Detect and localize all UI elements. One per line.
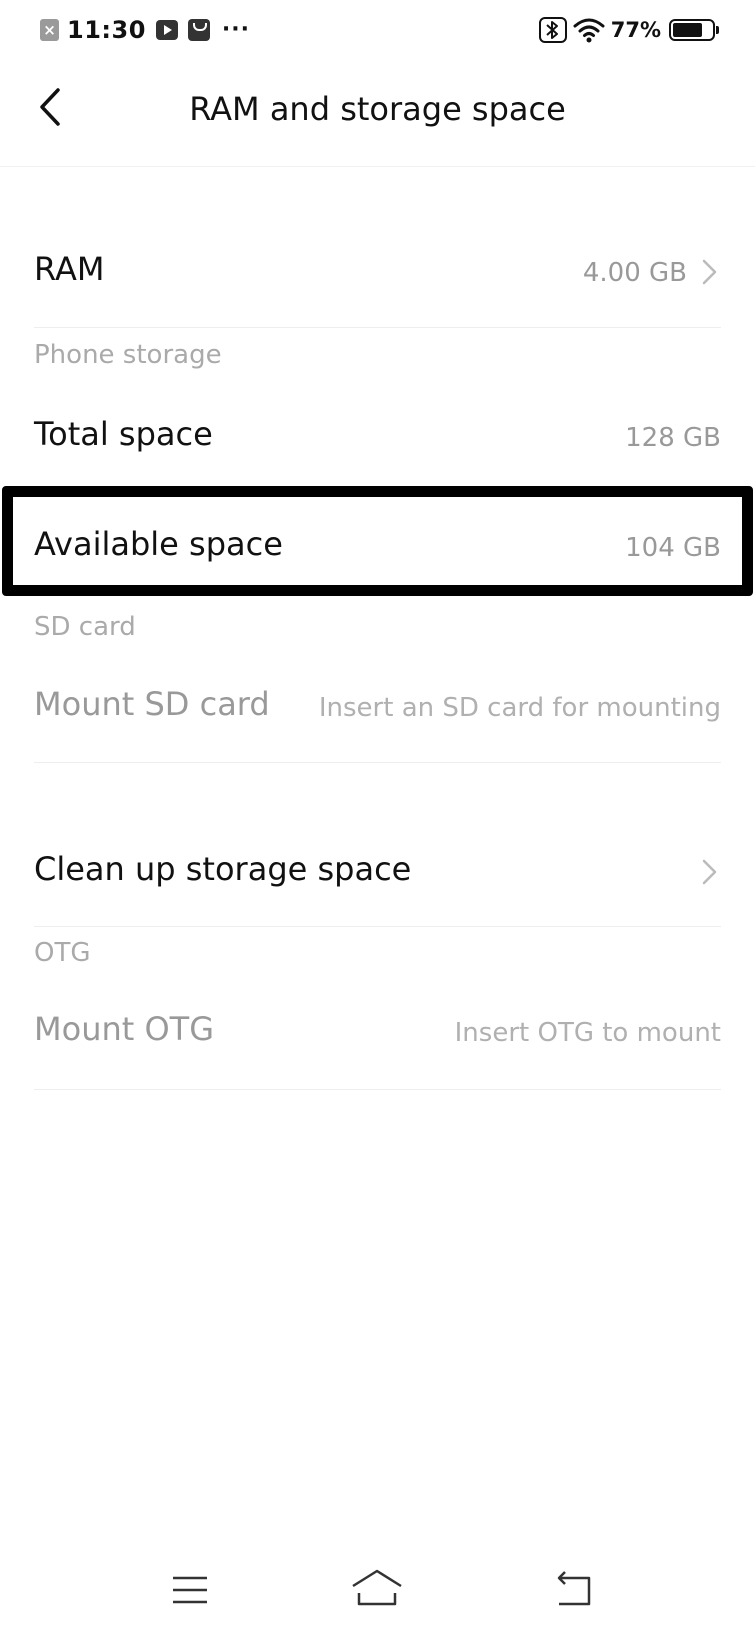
mount-sd-card-hint: Insert an SD card for mounting — [318, 693, 721, 723]
status-bar: × 11:30 ··· 77% — [0, 0, 755, 60]
section-sd-card: SD card — [34, 612, 136, 642]
menu-icon[interactable] — [160, 1560, 220, 1620]
section-phone-storage: Phone storage — [34, 340, 222, 370]
app-header: RAM and storage space — [0, 60, 755, 167]
divider — [34, 762, 721, 763]
section-otg: OTG — [34, 938, 91, 968]
video-app-icon — [155, 20, 178, 40]
mount-otg-row: Mount OTG Insert OTG to mount — [34, 990, 721, 1070]
highlight-box — [2, 486, 753, 596]
clean-up-storage-row[interactable]: Clean up storage space — [34, 830, 721, 910]
mount-otg-label: Mount OTG — [34, 1010, 214, 1048]
wifi-icon — [573, 18, 605, 43]
chevron-right-icon — [702, 859, 717, 885]
total-space-row: Total space 128 GB — [34, 395, 721, 475]
battery-percent: 77% — [610, 18, 661, 42]
mount-sd-card-label: Mount SD card — [34, 685, 270, 723]
bluetooth-icon — [538, 17, 567, 43]
back-icon[interactable] — [545, 1560, 605, 1620]
divider — [34, 926, 721, 927]
battery-icon — [669, 19, 719, 41]
divider — [34, 327, 721, 328]
ram-row[interactable]: RAM 4.00 GB — [34, 230, 721, 310]
navigation-bar — [0, 1548, 755, 1636]
mount-otg-hint: Insert OTG to mount — [454, 1018, 721, 1048]
close-notification-icon: × — [40, 19, 59, 41]
mount-sd-card-row: Mount SD card Insert an SD card for moun… — [34, 665, 721, 745]
status-time: 11:30 — [67, 16, 146, 44]
bag-app-icon — [187, 19, 210, 41]
status-bar-left: × 11:30 ··· — [40, 14, 250, 46]
divider — [34, 1089, 721, 1090]
page-title: RAM and storage space — [189, 90, 566, 128]
total-space-value: 128 GB — [625, 423, 721, 453]
clean-up-storage-label: Clean up storage space — [34, 850, 412, 888]
home-icon[interactable] — [347, 1560, 407, 1620]
status-bar-right: 77% — [538, 14, 719, 46]
ram-label: RAM — [34, 250, 105, 288]
ram-value: 4.00 GB — [582, 258, 687, 288]
chevron-right-icon — [702, 259, 717, 285]
total-space-label: Total space — [34, 415, 213, 453]
more-notifications-icon: ··· — [221, 17, 250, 42]
